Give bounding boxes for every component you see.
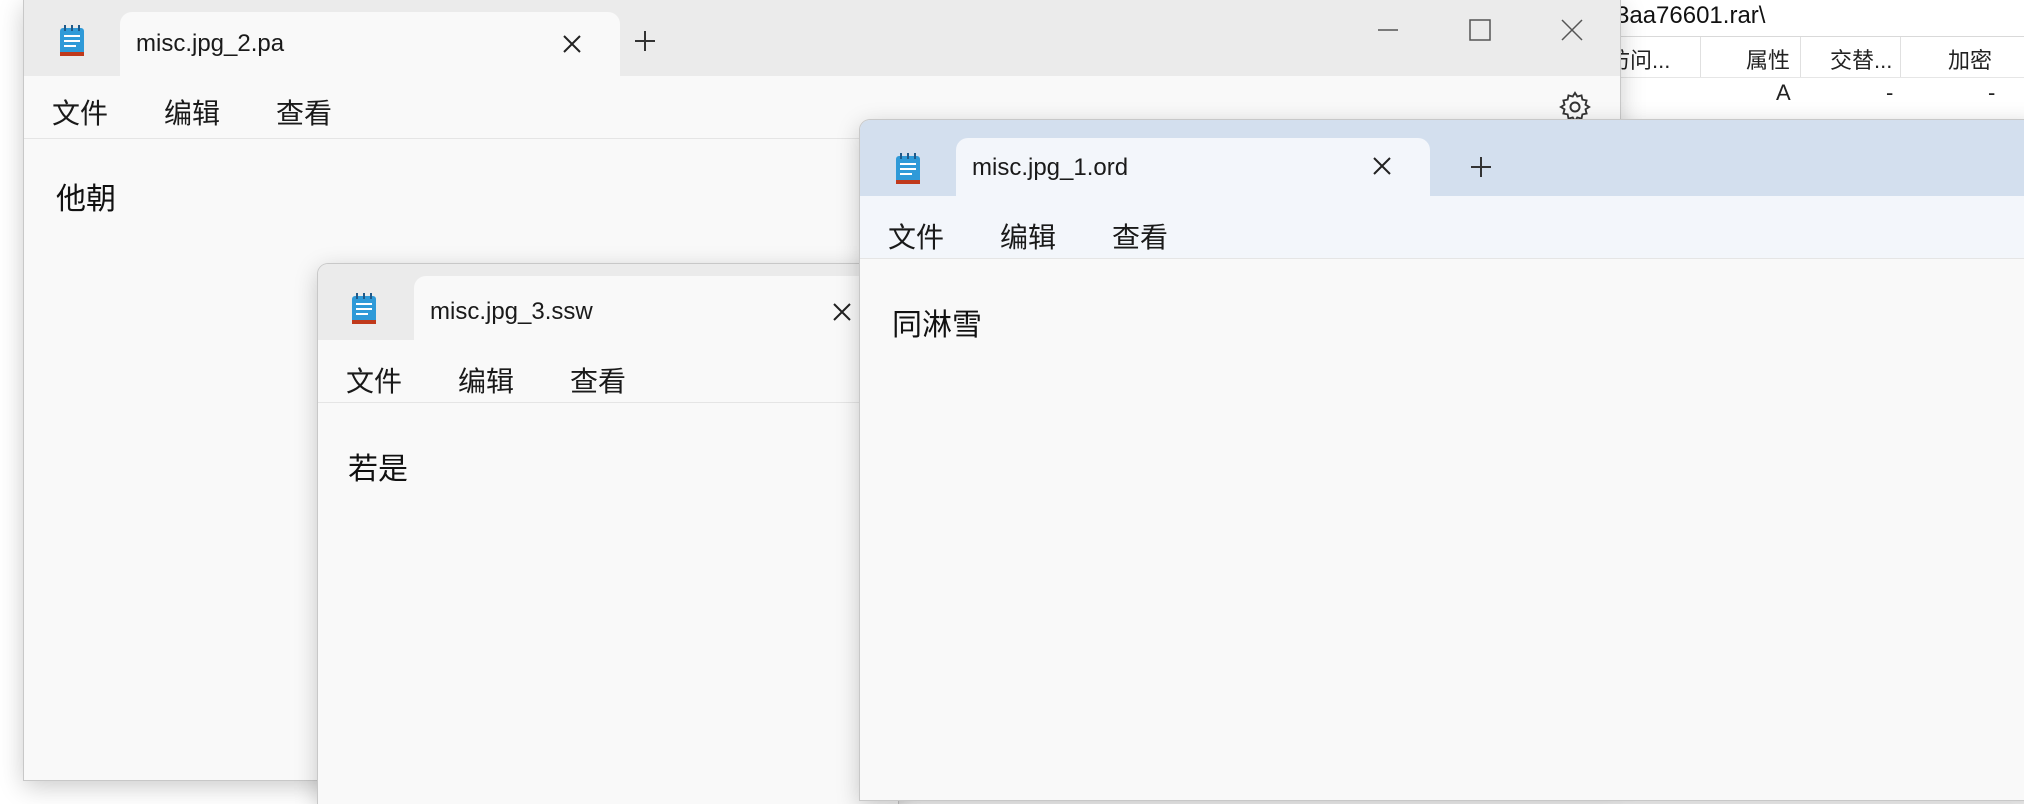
column-alternate[interactable]: 交替... [1830, 43, 1892, 75]
minimize-icon[interactable] [1368, 10, 1408, 50]
menu-view[interactable]: 查看 [570, 360, 626, 400]
notepad-window-3: misc.jpg_3.ssw 文件 编辑 查看 若是 [318, 264, 898, 804]
maximize-icon[interactable] [1460, 10, 1500, 50]
archive-window: 3aa76601.rar\ 访问... 属性 交替... 加密 A - - [1600, 0, 2024, 130]
tab-misc-jpg-1[interactable]: misc.jpg_1.ord [956, 138, 1430, 196]
text-content[interactable]: 若是 [348, 444, 408, 488]
plus-icon[interactable] [632, 28, 658, 54]
menu-file[interactable]: 文件 [346, 360, 402, 400]
cell-attribute: A [1776, 80, 1791, 105]
notepad-icon [896, 153, 920, 184]
tab-bar: misc.jpg_1.ord [860, 120, 2024, 196]
tab-title: misc.jpg_2.pa [136, 30, 285, 57]
notepad-window-1: misc.jpg_1.ord 文件 编辑 查看 同淋雪 [860, 120, 2024, 800]
menu-file[interactable]: 文件 [888, 216, 944, 256]
menu-edit[interactable]: 编辑 [458, 360, 514, 400]
notepad-icon [60, 25, 84, 56]
gear-icon[interactable] [1558, 90, 1592, 124]
archive-column-header: 访问... 属性 交替... 加密 [1600, 36, 2024, 78]
close-icon[interactable] [830, 300, 854, 324]
menu-edit[interactable]: 编辑 [164, 92, 220, 132]
menu-bar: 文件 编辑 查看 [318, 340, 898, 403]
tab-title: misc.jpg_1.ord [972, 154, 1129, 181]
plus-icon[interactable] [1468, 154, 1494, 180]
menu-bar: 文件 编辑 查看 [860, 196, 2024, 259]
close-icon[interactable] [560, 32, 584, 56]
cell-encrypted: - [1988, 80, 1996, 105]
column-attributes[interactable]: 属性 [1746, 43, 1790, 75]
cell-alternate: - [1886, 80, 1894, 105]
text-content[interactable]: 同淋雪 [892, 300, 982, 344]
menu-edit[interactable]: 编辑 [1000, 216, 1056, 256]
close-window-icon[interactable] [1552, 10, 1592, 50]
tab-bar: misc.jpg_2.pa [24, 0, 1620, 76]
tab-bar: misc.jpg_3.ssw [318, 264, 898, 340]
menu-view[interactable]: 查看 [1112, 216, 1168, 256]
archive-path: 3aa76601.rar\ [1616, 2, 1766, 29]
tab-misc-jpg-2[interactable]: misc.jpg_2.pa [120, 12, 620, 76]
column-encrypted[interactable]: 加密 [1948, 43, 1992, 75]
tab-misc-jpg-3[interactable]: misc.jpg_3.ssw [414, 276, 898, 340]
menu-view[interactable]: 查看 [276, 92, 332, 132]
close-icon[interactable] [1370, 154, 1394, 178]
text-content[interactable]: 他朝 [56, 174, 116, 218]
menu-file[interactable]: 文件 [52, 92, 108, 132]
tab-title: misc.jpg_3.ssw [430, 298, 593, 325]
notepad-icon [352, 293, 376, 324]
